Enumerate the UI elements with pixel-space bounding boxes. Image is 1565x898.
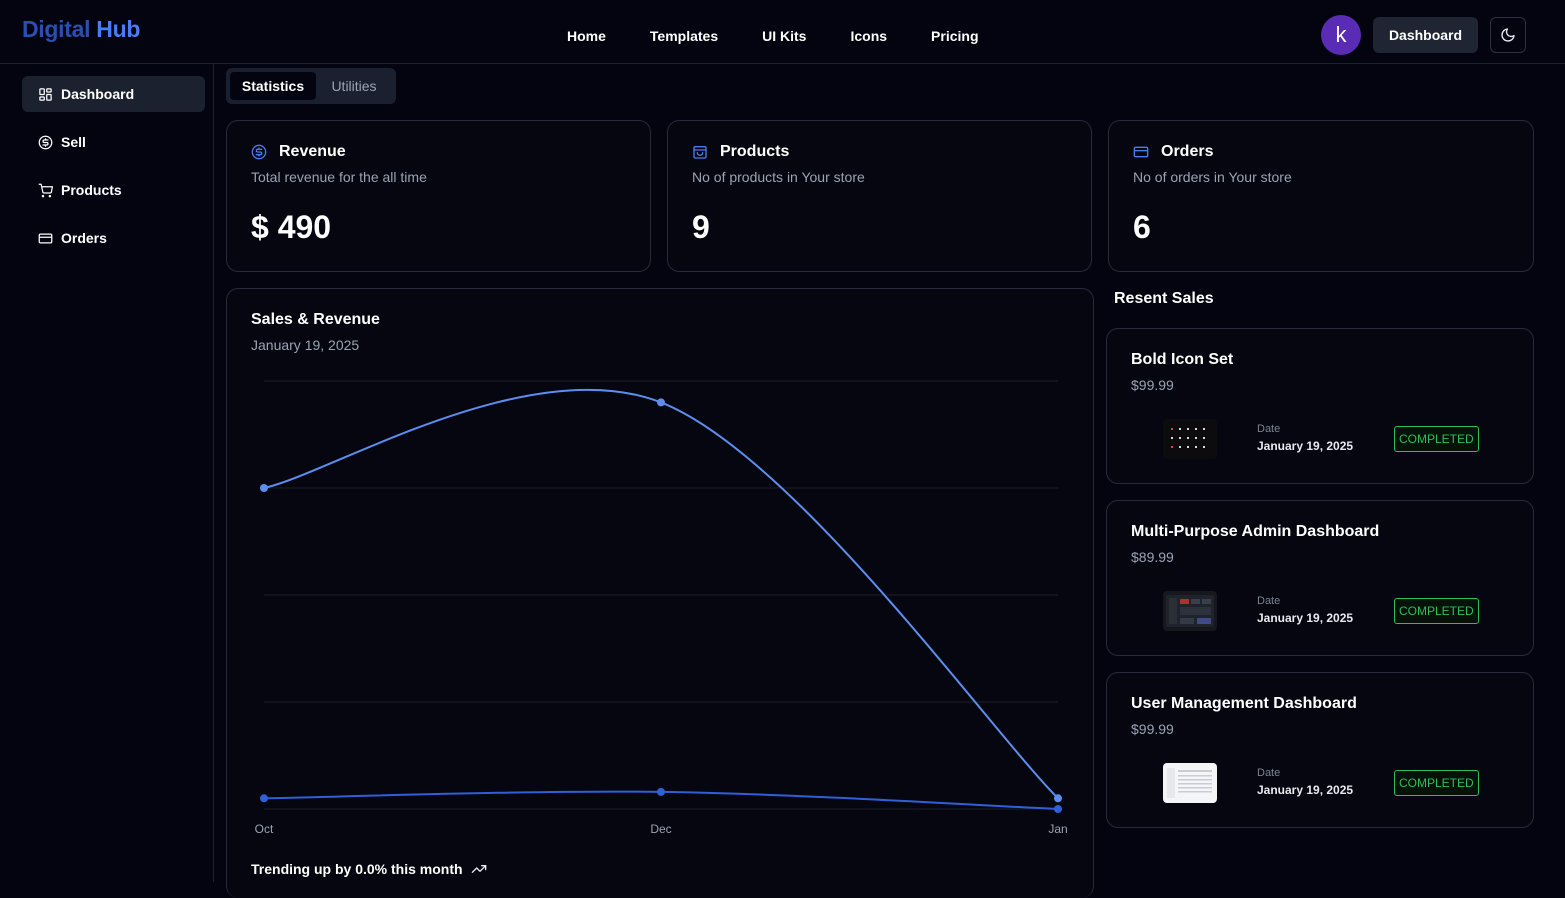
x-tick-label: Oct: [255, 822, 274, 836]
product-thumbnail: [1163, 419, 1217, 459]
sale-price: $99.99: [1131, 377, 1174, 393]
sale-name: Bold Icon Set: [1131, 351, 1234, 368]
cart-icon: [38, 183, 53, 197]
sale-name: User Management Dashboard: [1131, 695, 1357, 712]
stat-value: 6: [1133, 209, 1151, 245]
data-point-1-0[interactable]: [260, 794, 268, 803]
data-point-1-2[interactable]: [1054, 805, 1062, 813]
sale-date: January 19, 2025: [1257, 439, 1354, 453]
x-tick-label: Jan: [1048, 822, 1067, 836]
sidebar: Dashboard Sell Products Orders: [15, 64, 214, 882]
date-label: Date: [1257, 767, 1281, 779]
nav-templates[interactable]: Templates: [628, 24, 740, 48]
stat-value: 9: [692, 209, 710, 245]
sale-card[interactable]: Bold Icon Set $99.99 Date January 19, 20…: [1106, 328, 1534, 484]
sale-price: $89.99: [1131, 549, 1174, 565]
stat-title: Products: [692, 143, 789, 161]
theme-toggle-button[interactable]: [1490, 17, 1526, 53]
data-point-0-1[interactable]: [657, 398, 665, 407]
stat-title: Revenue: [251, 143, 346, 161]
sidebar-item-sell[interactable]: Sell: [22, 124, 205, 160]
bag-icon: [693, 146, 707, 159]
date-label: Date: [1257, 595, 1281, 607]
status-badge: COMPLETED: [1394, 426, 1479, 452]
orders-card: Orders No of orders in Your store 6: [1108, 120, 1534, 272]
product-thumbnail: [1163, 763, 1217, 803]
recent-sales-heading: Resent Sales: [1114, 290, 1214, 307]
dollar-circle-icon: [38, 135, 53, 149]
brand-logo[interactable]: Digital Hub: [22, 16, 140, 43]
sale-card[interactable]: Multi-Purpose Admin Dashboard $89.99 Dat…: [1106, 500, 1534, 656]
card-icon: [38, 233, 53, 243]
stat-value: $ 490: [251, 209, 332, 245]
sidebar-item-orders[interactable]: Orders: [22, 220, 205, 256]
sale-date: January 19, 2025: [1257, 783, 1354, 797]
sidebar-item-dashboard[interactable]: Dashboard: [22, 76, 205, 112]
date-label: Date: [1257, 423, 1281, 435]
revenue-card: Revenue Total revenue for the all time $…: [226, 120, 651, 272]
nav-icons[interactable]: Icons: [828, 24, 909, 48]
sale-name: Multi-Purpose Admin Dashboard: [1131, 523, 1380, 540]
nav-home[interactable]: Home: [545, 24, 628, 48]
sale-date: January 19, 2025: [1257, 611, 1354, 625]
stat-subtitle: Total revenue for the all time: [251, 169, 427, 185]
trend-text: Trending up by 0.0% this month: [251, 861, 487, 877]
sidebar-item-label: Products: [61, 182, 122, 198]
stat-title: Orders: [1133, 143, 1213, 161]
dollar-circle-icon: [251, 144, 267, 160]
x-tick-label: Dec: [650, 822, 671, 836]
avatar[interactable]: k: [1321, 15, 1361, 55]
sidebar-item-products[interactable]: Products: [22, 172, 205, 208]
data-point-1-1[interactable]: [657, 787, 665, 796]
products-card: Products No of products in Your store 9: [667, 120, 1092, 272]
sale-price: $99.99: [1131, 721, 1174, 737]
stat-subtitle: No of products in Your store: [692, 169, 865, 185]
status-badge: COMPLETED: [1394, 770, 1479, 796]
nav-pricing[interactable]: Pricing: [909, 24, 1000, 48]
sales-revenue-card: Sales & Revenue January 19, 2025 Oct Dec J…: [226, 288, 1094, 898]
tab-utilities[interactable]: Utilities: [316, 72, 392, 100]
series-line-0: [263, 388, 1059, 800]
dashboard-grid-icon: [39, 87, 52, 101]
tab-statistics[interactable]: Statistics: [230, 72, 316, 100]
main-nav: Home Templates UI Kits Icons Pricing: [545, 24, 1001, 48]
trending-up-icon: [471, 865, 486, 873]
product-thumbnail: [1163, 591, 1217, 631]
status-badge: COMPLETED: [1394, 598, 1479, 624]
sale-card[interactable]: User Management Dashboard $99.99 Date Ja…: [1106, 672, 1534, 828]
sidebar-item-label: Sell: [61, 134, 86, 150]
nav-ui-kits[interactable]: UI Kits: [740, 24, 828, 48]
sales-line-chart: Oct Dec Jan: [255, 380, 1068, 836]
top-navbar: Digital Hub Home Templates UI Kits Icons…: [0, 0, 1565, 64]
stat-subtitle: No of orders in Your store: [1133, 169, 1292, 185]
data-point-0-2[interactable]: [1054, 794, 1062, 803]
view-tabs: Statistics Utilities: [226, 68, 396, 104]
sidebar-item-label: Orders: [61, 230, 107, 246]
card-icon: [1133, 146, 1149, 158]
sidebar-item-label: Dashboard: [61, 86, 135, 102]
data-point-0-0[interactable]: [260, 484, 268, 492]
moon-icon: [1501, 28, 1515, 42]
dashboard-button[interactable]: Dashboard: [1373, 17, 1478, 53]
